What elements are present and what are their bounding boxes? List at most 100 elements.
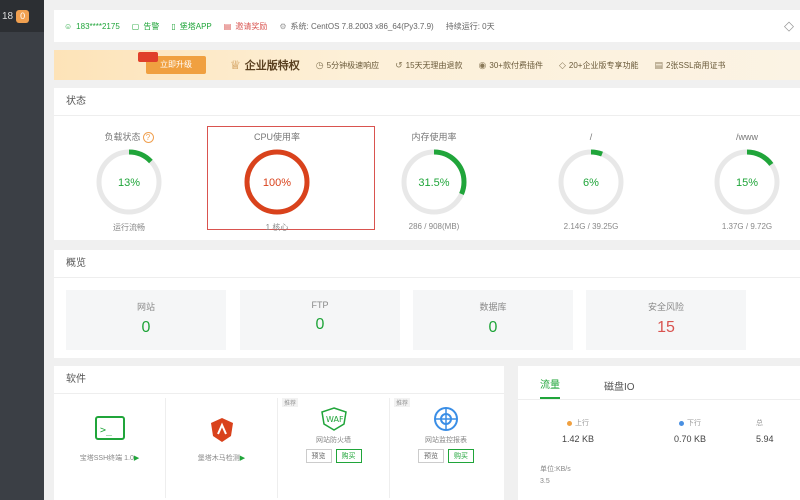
promo-feature: ◷ 5分钟极速响应 [315,59,380,70]
software-item[interactable]: 推荐 网站监控报表 预览 购买 [390,398,502,498]
app-link[interactable]: ▯ 堡塔APP [171,21,211,32]
gauge-label-text: 内存使用率 [411,132,457,142]
gauge-1[interactable]: CPU使用率 100% 1 核心 [222,130,332,233]
software-name[interactable]: 网站防火墙 [278,435,389,445]
monitor-icon [434,407,458,431]
preview-button[interactable]: 预览 [418,449,444,463]
gauge-ring: 15% [714,149,780,215]
tab-disk-io[interactable]: 磁盘IO [604,378,635,399]
software-name[interactable]: 网站监控报表 [390,435,502,445]
refund-icon: ↺ [395,59,403,70]
gauge-label-text: /www [736,132,758,142]
total-value: 5.94 [756,434,774,444]
status-panel: 状态 负载状态? 13% 运行流畅 CPU使用率 100% 1 核心 内存使用率 31.5% 2… [54,88,800,240]
gauge-value: 13% [118,177,140,189]
shield-icon [210,418,233,442]
card-value[interactable]: 0 [413,319,573,337]
total-stat: 总 5.94 [756,418,800,444]
promo-feature: ▤ 2张SSL商用证书 [654,59,726,70]
crown-icon: ♕ [230,58,241,72]
download-stat: 下行 0.70 KB [650,418,730,444]
software-item[interactable]: 堡塔木马检测▶ [166,398,278,498]
software-item[interactable]: >_ 宝塔SSH终端 1.0▶ [54,398,166,498]
overview-card-database[interactable]: 数据库 0 [413,290,573,350]
gauge-subtext: 1.37G / 9.72G [721,222,773,231]
gauge-3[interactable]: / 6% 2.14G / 39.25G [536,130,646,231]
gauge-label-text: 负载状态 [104,132,141,142]
software-name[interactable]: 宝塔SSH终端 1.0 [80,455,134,462]
gauge-ring: 100% [244,149,310,215]
total-label: 总 [756,420,763,427]
software-name[interactable]: 堡塔木马检测 [198,455,240,462]
gauge-subtext: 286 / 908(MB) [408,222,460,231]
diamond-icon: ◇ [558,59,566,70]
user-phone[interactable]: 183****2175 [76,22,120,31]
upgrade-button[interactable]: 立即升级 [138,52,206,74]
user-account[interactable]: ☺ 183****2175 [64,22,120,31]
download-label: 下行 [687,420,701,427]
gauge-4[interactable]: /www 15% 1.37G / 9.72G [692,130,800,231]
overview-card-security[interactable]: 安全风险 15 [586,290,746,350]
software-item[interactable]: 推荐 WAF 网站防火墙 预览 购买 [278,398,390,498]
promo-title: ♕ 企业版特权 [230,58,300,72]
diamond-icon[interactable]: ◇ [784,18,794,34]
gauge-label: 内存使用率 [379,130,489,144]
promo-feature: ◉ 30+款付费插件 [478,59,543,70]
promo-feature: ◇ 20+企业版专享功能 [558,59,639,70]
gauge-label: 负载状态? [74,130,184,144]
alarm-link[interactable]: ▢ 告警 [132,21,160,32]
sidebar-count: 18 [2,10,14,22]
overview-panel: 概览 网站 0 FTP 0 数据库 0 安全风险 15 [54,250,800,358]
invite-link[interactable]: ▤ 邀请奖励 [224,21,268,32]
status-title: 状态 [54,88,800,116]
upload-stat: 上行 1.42 KB [538,418,618,444]
recommend-tag: 推荐 [282,398,299,407]
promo-feature: ↺ 15天无理由退款 [395,59,463,70]
gauge-value: 6% [583,177,599,189]
gift-icon: ▤ [223,21,232,31]
gauge-0[interactable]: 负载状态? 13% 运行流畅 [74,130,184,233]
card-label: 网站 [136,302,155,312]
card-value[interactable]: 15 [586,319,746,337]
gauge-value: 15% [736,177,758,189]
play-icon: ▶ [239,455,246,462]
notification-badge[interactable]: 0 [16,9,30,23]
gauge-ring: 31.5% [401,149,467,215]
card-value[interactable]: 0 [66,319,226,337]
gauge-value: 100% [263,177,291,189]
gauge-label: / [536,130,646,144]
svg-text:>_: >_ [100,425,113,436]
upload-dot-icon [567,420,572,426]
card-label: 安全风险 [647,302,684,312]
buy-button[interactable]: 购买 [335,449,362,463]
plugin-icon: ◉ [478,59,487,70]
buy-button[interactable]: 购买 [448,449,474,463]
upload-value: 1.42 KB [561,434,595,444]
preview-button[interactable]: 预览 [305,449,332,463]
sidebar-header: 18 0 [0,0,44,32]
traffic-tabs: 流量 磁盘IO [518,366,800,400]
card-label: 数据库 [479,302,507,312]
system-icon: ⚙ [279,21,287,31]
gauge-subtext: 1 核心 [265,223,289,232]
server-info-bar: ☺ 183****2175 ▢ 告警 ▯ 堡塔APP ▤ 邀请奖励 ⚙ 系统: CentO… [54,10,800,42]
gauge-label: /www [692,130,800,144]
user-icon: ☺ [64,21,73,31]
gauge-value: 31.5% [418,177,449,189]
gauge-ring: 6% [558,149,624,215]
help-icon[interactable]: ? [142,132,154,143]
gauge-label-text: CPU使用率 [253,132,300,142]
uptime: 持续运行: 0天 [445,21,495,31]
gauge-subtext: 2.14G / 39.25G [563,222,619,231]
gauge-label: CPU使用率 [222,130,332,144]
svg-text:WAF: WAF [326,415,344,424]
certificate-icon: ▤ [654,59,663,70]
terminal-icon: >_ [94,416,125,440]
overview-card-ftp[interactable]: FTP 0 [240,290,400,350]
overview-card-website[interactable]: 网站 0 [66,290,226,350]
recommend-tag: 推荐 [394,398,411,407]
download-dot-icon [679,420,684,426]
tab-traffic[interactable]: 流量 [540,376,560,399]
card-value[interactable]: 0 [240,316,400,334]
gauge-2[interactable]: 内存使用率 31.5% 286 / 908(MB) [379,130,489,231]
